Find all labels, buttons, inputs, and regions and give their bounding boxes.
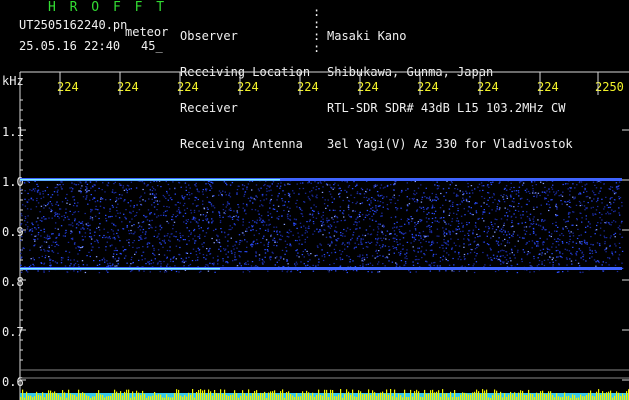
spectrogram: [19, 71, 629, 400]
level-meter: [20, 389, 629, 400]
noise-band: [20, 178, 624, 274]
axis-ticks: [19, 71, 629, 400]
